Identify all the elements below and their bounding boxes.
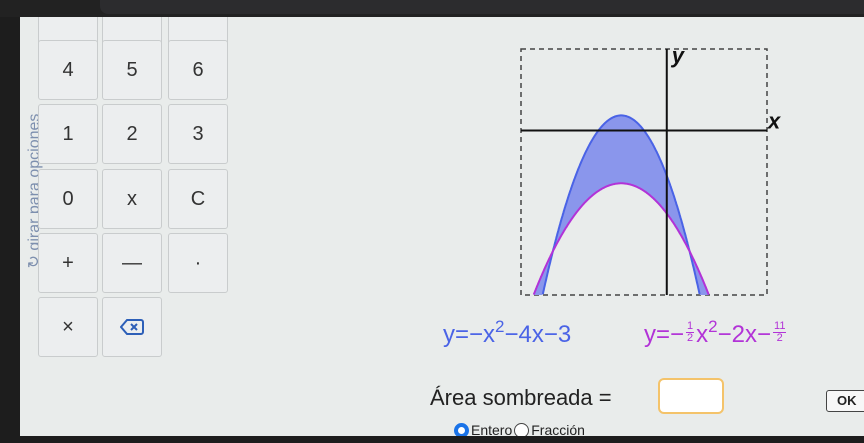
equation-purple: y=− 1 2 x2−2x− 11 2	[644, 318, 788, 349]
eq1-lhs: y=−x	[443, 321, 496, 348]
backspace-icon	[120, 319, 144, 335]
shaded-region	[533, 115, 709, 296]
top-bar	[0, 0, 864, 17]
eq2-fraction-1: 12	[686, 321, 695, 345]
radio-integer[interactable]	[454, 422, 469, 436]
eq1-rest: −4x−3	[504, 321, 572, 348]
eq2-tail: −2x−	[717, 321, 772, 348]
radio-fraction[interactable]	[514, 422, 530, 436]
y-axis-label: y	[671, 43, 686, 68]
eq2-fraction-2: 11 2	[773, 321, 787, 345]
eq2-frac1-den: 2	[687, 332, 694, 345]
eq2-lhs: y=−	[644, 321, 685, 348]
main-panel: ↻ girar para opciones 4 5 6 1 2 3 0 x C …	[20, 17, 864, 436]
curve-purple	[532, 182, 710, 295]
area-label: Área sombreada =	[430, 385, 612, 410]
eq2-frac2-den: 2	[776, 332, 783, 345]
radio-fraction-label: Fracción	[531, 422, 585, 436]
equation-blue: y=−x2−4x−3	[443, 318, 572, 349]
graph: y x	[520, 43, 781, 296]
x-axis-label: x	[767, 108, 781, 133]
radio-integer-label: Entero	[471, 422, 513, 436]
area-answer-input[interactable]	[658, 378, 724, 414]
answer-format-options: Entero Fracción	[454, 422, 587, 436]
eq2-x: x	[696, 321, 709, 348]
ok-button[interactable]: OK	[826, 390, 864, 412]
top-bar-tab	[100, 0, 864, 14]
eq2-exponent: 2	[708, 317, 718, 336]
eq1-exponent: 2	[495, 317, 505, 336]
